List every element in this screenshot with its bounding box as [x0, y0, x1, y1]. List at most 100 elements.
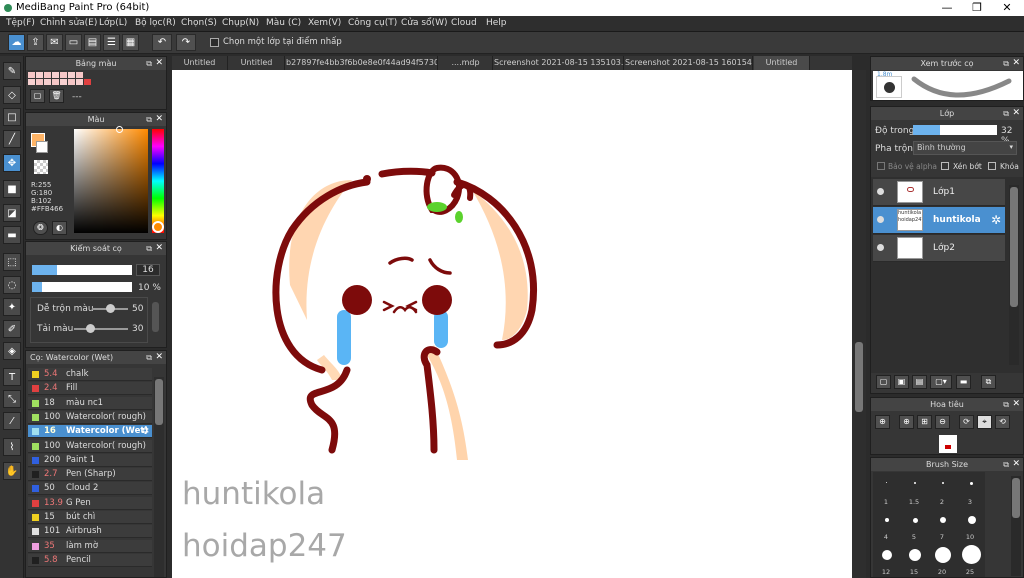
palette-swatch[interactable]	[36, 72, 43, 78]
layer-opacity-slider[interactable]	[913, 125, 997, 135]
menu-edit[interactable]: Chỉnh sửa(E)	[40, 18, 97, 28]
menu-snap[interactable]: Chụp(N)	[222, 18, 259, 28]
tab-screenshot-1[interactable]: Screenshot 2021-08-15 135103.png	[494, 56, 624, 70]
menu-window[interactable]: Cửa sổ(W)	[401, 18, 447, 28]
brush-item[interactable]: 16 Watercolor (Wet) ✲	[28, 425, 152, 439]
zoom-in-alt-icon[interactable]: ⊕	[899, 415, 914, 429]
brush-item[interactable]: 100 Watercolor( rough)	[28, 439, 152, 453]
lasso-icon[interactable]: ◌	[3, 276, 21, 294]
bucket-tool-icon[interactable]: ◪	[3, 204, 21, 222]
delete-color-icon[interactable]: 🗑	[49, 89, 64, 103]
grid-icon[interactable]: ▦	[122, 34, 139, 51]
share-icon[interactable]: ⇪	[27, 34, 44, 51]
brush-item[interactable]: 5.4 chalk	[28, 368, 152, 381]
drawing-canvas[interactable]: huntikola hoidap247	[172, 70, 852, 578]
popout-icon[interactable]: ⧉	[1003, 57, 1009, 70]
brush-item[interactable]: 101 Airbrush	[28, 525, 152, 539]
brush-item[interactable]: 2.7 Pen (Sharp)	[28, 468, 152, 482]
select-eraser-icon[interactable]: ◈	[3, 342, 21, 360]
menu-file[interactable]: Tệp(F)	[6, 18, 35, 28]
palette-swatch[interactable]	[28, 79, 35, 85]
brush-item[interactable]: 5.8 Pencil	[28, 553, 152, 567]
canvas-scrollbar[interactable]	[852, 70, 866, 578]
select-rect-icon[interactable]: ⬚	[3, 253, 21, 271]
minimize-button[interactable]: —	[932, 0, 962, 16]
tab-jpg[interactable]: b27897fe4bb3f6b0e8e0f44ad94f5730.jpg	[286, 56, 438, 70]
palette-swatch[interactable]	[52, 79, 59, 85]
menu-layer[interactable]: Lớp(L)	[99, 18, 127, 28]
transparent-color-swatch[interactable]	[34, 160, 48, 174]
lock-checkbox[interactable]	[988, 162, 996, 170]
undo-icon[interactable]: ↶	[152, 34, 172, 51]
palette-swatch[interactable]	[44, 72, 51, 78]
palette-swatch[interactable]	[76, 79, 83, 85]
layer-row-lop1[interactable]: Lớp1	[873, 179, 1005, 206]
popout-icon[interactable]: ⧉	[1003, 107, 1009, 120]
duplicate-layer-icon[interactable]: ⧉	[981, 375, 996, 389]
select-pen-icon[interactable]: ✐	[3, 320, 21, 338]
new-layer-menu-icon[interactable]: ▢▾	[930, 375, 952, 389]
document-icon[interactable]: ▤	[84, 34, 101, 51]
palette-swatch[interactable]	[84, 79, 91, 85]
zoom-in-icon[interactable]: ⊕	[875, 415, 890, 429]
close-panel-icon[interactable]: ✕	[155, 242, 163, 255]
palette-swatch[interactable]	[60, 72, 67, 78]
layer-row-lop2[interactable]: Lớp2	[873, 235, 1005, 262]
hue-slider[interactable]	[152, 129, 164, 233]
fit-icon[interactable]: ⊞	[917, 415, 932, 429]
palette-swatch[interactable]	[68, 79, 75, 85]
brush-item[interactable]: 50 Cloud 2	[28, 482, 152, 496]
menu-color[interactable]: Màu (C)	[266, 18, 301, 28]
popout-icon[interactable]: ⧉	[1003, 458, 1009, 471]
hue-slider-handle[interactable]	[152, 221, 164, 233]
brush-item[interactable]: 15 bút chì	[28, 511, 152, 524]
layer-row-huntikola[interactable]: huntikola hoidap247 huntikola ✲	[873, 207, 1005, 234]
rectangle-tool-icon[interactable]: □	[3, 108, 21, 126]
canvas-scroll-thumb[interactable]	[855, 342, 863, 412]
palette-swatches[interactable]	[28, 72, 148, 86]
close-panel-icon[interactable]: ✕	[155, 351, 163, 364]
palette-swatch[interactable]	[76, 72, 83, 78]
brush-list-scrollbar[interactable]	[154, 377, 164, 577]
eye-icon[interactable]	[877, 188, 884, 195]
protect-alpha-checkbox[interactable]	[877, 162, 885, 170]
chat-icon[interactable]: ▭	[65, 34, 82, 51]
navigator-thumbnail[interactable]	[939, 435, 957, 453]
redo-icon[interactable]: ↷	[176, 34, 196, 51]
new-8bit-layer-icon[interactable]: ▤	[912, 375, 927, 389]
brush-size-grid[interactable]: 1 1.5 2 3 4 5 7 10 12 15 20 25	[873, 472, 985, 577]
menu-select[interactable]: Chọn(S)	[181, 18, 217, 28]
dropper-tool-icon[interactable]: ⁄	[3, 412, 21, 430]
brush-size-value[interactable]: 16	[136, 264, 160, 276]
tab-screenshot-2[interactable]: Screenshot 2021-08-15 160154.png	[625, 56, 753, 70]
maximize-button[interactable]: ❐	[962, 0, 992, 16]
palette-swatch[interactable]	[44, 79, 51, 85]
blend-slider[interactable]	[92, 304, 128, 313]
menu-help[interactable]: Help	[486, 18, 507, 28]
hand-tool-icon[interactable]: ✋	[3, 462, 21, 480]
text-tool-icon[interactable]: T	[3, 368, 21, 386]
palette-swatch[interactable]	[60, 79, 67, 85]
zoom-out-icon[interactable]: ⊖	[935, 415, 950, 429]
brush-opacity-slider[interactable]	[32, 282, 132, 292]
close-panel-icon[interactable]: ✕	[1012, 458, 1020, 471]
brush-tool-icon[interactable]: ✎	[3, 62, 21, 80]
popout-icon[interactable]: ⧉	[146, 242, 152, 255]
close-panel-icon[interactable]: ✕	[155, 57, 163, 70]
brush-item[interactable]: 2.4 Fill	[28, 382, 152, 396]
menu-view[interactable]: Xem(V)	[308, 18, 341, 28]
move-tool-icon[interactable]: ✥	[3, 154, 21, 172]
secondary-color-swatch[interactable]	[36, 141, 48, 153]
reset-rotate-icon[interactable]: ⌖	[977, 415, 992, 429]
close-panel-icon[interactable]: ✕	[155, 113, 163, 126]
tab-untitled-1[interactable]: Untitled	[172, 56, 228, 70]
add-color-icon[interactable]: ▢	[30, 89, 45, 103]
eye-icon[interactable]	[877, 216, 884, 223]
color-mode-icon[interactable]: ◐	[52, 221, 67, 235]
line-tool-icon[interactable]: ╱	[3, 130, 21, 148]
reload-slider[interactable]	[74, 324, 128, 333]
brush-size-scrollbar[interactable]	[1011, 476, 1021, 576]
brush-item[interactable]: 100 Watercolor( rough)	[28, 410, 152, 424]
palette-swatch[interactable]	[52, 72, 59, 78]
tab-untitled-2[interactable]: Untitled	[229, 56, 285, 70]
